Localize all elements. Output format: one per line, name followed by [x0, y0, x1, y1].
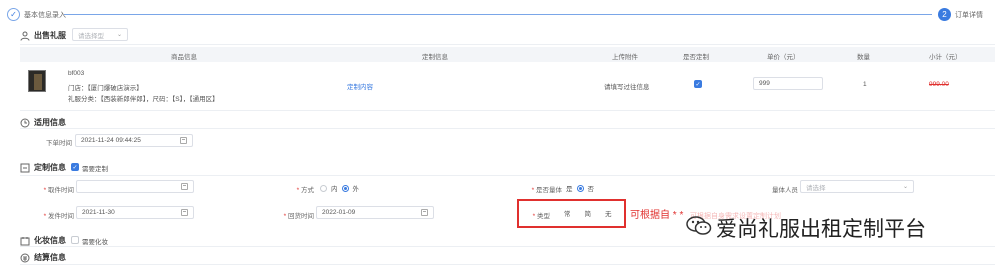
send-time-label: * 发件时间: [43, 213, 74, 220]
attachment-text: 请填写过往信息: [604, 84, 650, 91]
col-quantity: 数量: [857, 54, 870, 61]
calendar-icon: [181, 209, 188, 216]
step-2-label: 订单详情: [955, 12, 983, 19]
product-style: 礼服分类：【西装新郎伴郎】，尺码：【S】，【通用区】: [68, 96, 219, 103]
product-code: bf003: [68, 70, 85, 77]
product-table-header: [20, 47, 995, 62]
type-options: 常 简 无: [559, 206, 617, 220]
type-label: * 类型: [532, 213, 550, 220]
custom-content-link[interactable]: 定制内容: [347, 81, 373, 91]
step-1-label: 基本信息录入: [24, 12, 66, 19]
divider: [20, 128, 995, 129]
usage-section-title: 适用信息: [20, 117, 66, 128]
calendar-icon: [181, 183, 188, 190]
type-option-none[interactable]: 无: [600, 206, 617, 220]
method-outer-radio[interactable]: [341, 184, 349, 192]
body-measure-options: 是 否: [566, 184, 594, 193]
calendar-icon: [180, 137, 187, 144]
method-options: 内 外: [320, 183, 359, 193]
col-subtotal: 小计（元）: [929, 54, 962, 61]
return-time-label: * 回货时间: [283, 213, 314, 220]
subtotal-value: 999.00: [929, 81, 949, 88]
order-time-label: 下单时间: [46, 140, 72, 147]
col-is-custom: 是否定制: [683, 54, 709, 61]
need-makeup-label: 需要化妆: [82, 239, 108, 246]
step-2-indicator: 2: [938, 8, 951, 21]
user-icon: [20, 31, 30, 41]
body-measure-label: * 是否量体: [531, 187, 562, 194]
annotation-text: 可根据自 * *: [630, 210, 684, 221]
chevron-down-icon: ⌄: [902, 184, 908, 190]
body-measure-no-radio[interactable]: [576, 184, 584, 192]
col-product-info: 商品信息: [171, 54, 197, 61]
pickup-time-label: * 取件时间: [43, 187, 74, 194]
scissors-icon: [20, 163, 30, 172]
is-custom-checkbox[interactable]: ✓: [694, 80, 702, 88]
makeup-icon: [20, 236, 30, 245]
divider: [20, 246, 995, 247]
product-store: 门店：【厦门爆破店演示】: [68, 85, 143, 92]
calendar-icon: [421, 209, 428, 216]
unit-price-input[interactable]: 999: [753, 77, 823, 90]
need-custom-label: 需要定制: [82, 166, 108, 173]
send-time-input[interactable]: 2021-11-30: [76, 206, 194, 219]
type-option-simple[interactable]: 简: [580, 206, 597, 220]
watermark-text: 爱尚礼服出租定制平台: [716, 217, 926, 241]
dress-type-select[interactable]: 请选择型 ⌄: [72, 28, 128, 41]
rent-dress-section-title: 出售礼服: [20, 30, 66, 41]
chevron-down-icon: ⌄: [116, 32, 122, 38]
method-inner-radio[interactable]: [320, 184, 327, 192]
col-attachment: 上传附件: [612, 54, 638, 61]
custom-section-title: 定制信息: [20, 162, 66, 173]
settlement-section-title: 结算信息: [20, 252, 66, 263]
divider: [20, 264, 995, 265]
need-makeup-checkbox[interactable]: [71, 236, 79, 244]
step-connector: [64, 14, 932, 15]
wechat-icon: [686, 215, 712, 239]
col-custom-info: 定制信息: [422, 54, 448, 61]
measure-person-label: 量体人员: [772, 187, 798, 194]
col-unit-price: 单价（元）: [767, 54, 800, 61]
clock-icon: [20, 118, 30, 127]
type-option-normal[interactable]: 常: [559, 206, 576, 220]
divider: [20, 110, 995, 111]
product-thumbnail: [28, 70, 46, 92]
settlement-icon: [20, 253, 30, 262]
order-time-input[interactable]: 2021-11-24 09:44:25: [75, 134, 193, 147]
return-time-input[interactable]: 2022-01-09: [316, 206, 434, 219]
check-icon: ✓: [10, 10, 17, 19]
step-1-indicator: ✓: [7, 8, 20, 21]
need-custom-checkbox[interactable]: ✓: [71, 163, 79, 171]
measure-person-select[interactable]: 请选择 ⌄: [800, 180, 914, 193]
divider: [20, 175, 995, 176]
method-label: * 方式: [296, 187, 314, 194]
makeup-section-title: 化妆信息: [20, 235, 66, 246]
pickup-time-input[interactable]: [76, 180, 194, 193]
divider: [20, 44, 995, 45]
quantity-value: 1: [863, 81, 867, 88]
